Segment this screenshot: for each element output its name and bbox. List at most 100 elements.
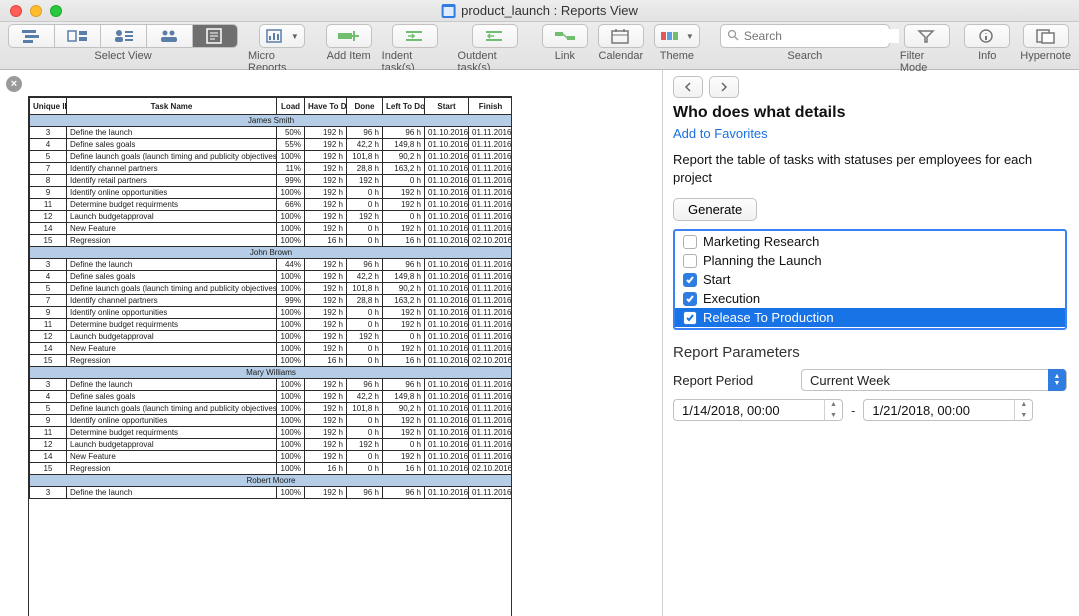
table-cell: 44% (277, 259, 305, 271)
filter-mode-icon[interactable] (904, 24, 950, 48)
toolbar-group: Calendar (598, 24, 644, 62)
table-cell: Define launch goals (launch timing and p… (67, 403, 277, 415)
table-cell: 192 h (383, 319, 425, 331)
link-icon[interactable] (542, 24, 588, 48)
zoom-icon[interactable] (50, 5, 62, 17)
col-header: Load (277, 98, 305, 115)
add-item-icon[interactable] (326, 24, 372, 48)
group-row: Mary Williams (30, 367, 513, 379)
report-preview-pane: × Unique IDTask NameLoadHave To DoDoneLe… (0, 70, 663, 616)
table-cell: 100% (277, 319, 305, 331)
panel-forward-button[interactable] (709, 76, 739, 98)
side-panel: Who does what details Add to Favorites R… (663, 70, 1079, 616)
table-cell: 100% (277, 463, 305, 475)
table-cell: New Feature (67, 343, 277, 355)
toolbar-search-group: Search (720, 24, 890, 62)
close-preview-icon[interactable]: × (6, 76, 22, 92)
add-to-favorites-link[interactable]: Add to Favorites (673, 126, 1067, 141)
table-cell: 192 h (383, 343, 425, 355)
table-cell: 99% (277, 175, 305, 187)
table-cell: 100% (277, 487, 305, 499)
view-split-icon[interactable] (54, 24, 100, 48)
hypernote-icon[interactable] (1023, 24, 1069, 48)
calendar-icon[interactable] (598, 24, 644, 48)
panel-nav (673, 76, 1067, 98)
table-cell: 0 h (383, 211, 425, 223)
info-icon[interactable] (964, 24, 1010, 48)
table-cell: 192 h (305, 415, 347, 427)
table-cell: 01.11.2016 (469, 307, 513, 319)
checklist-item[interactable]: Execution (675, 289, 1065, 308)
table-cell: 100% (277, 391, 305, 403)
table-cell: Determine budget requirments (67, 199, 277, 211)
table-row: 11Determine budget requirments66%192 h0 … (30, 199, 513, 211)
table-cell: Determine budget requirments (67, 427, 277, 439)
table-row: 11Determine budget requirments100%192 h0… (30, 427, 513, 439)
table-cell: 100% (277, 283, 305, 295)
report-table: Unique IDTask NameLoadHave To DoDoneLeft… (29, 97, 512, 499)
view-team-icon[interactable] (146, 24, 192, 48)
panel-back-button[interactable] (673, 76, 703, 98)
view-report-icon[interactable] (192, 24, 238, 48)
toolbar-group: ▼Theme (654, 24, 700, 62)
outdent-icon[interactable] (472, 24, 518, 48)
table-cell: 15 (30, 355, 67, 367)
window-controls[interactable] (10, 5, 62, 17)
checklist-item[interactable]: Start (675, 270, 1065, 289)
toolbar-group: Outdent task(s) (458, 24, 532, 74)
micro-reports-icon[interactable]: ▼ (259, 24, 305, 48)
generate-button[interactable]: Generate (673, 198, 757, 221)
checklist-item[interactable]: Marketing Research (675, 232, 1065, 251)
select-stepper-icon[interactable]: ▲▼ (1048, 369, 1066, 391)
table-cell: 01.11.2016 (469, 319, 513, 331)
indent-icon[interactable] (392, 24, 438, 48)
table-cell: 3 (30, 379, 67, 391)
table-row: 8Identify retail partners99%192 h192 h0 … (30, 175, 513, 187)
table-cell: 01.10.2016 (425, 127, 469, 139)
table-cell: 100% (277, 187, 305, 199)
search-input[interactable] (744, 29, 899, 43)
project-checklist[interactable]: Marketing ResearchPlanning the LaunchSta… (673, 229, 1067, 330)
checkbox-icon[interactable] (683, 311, 697, 325)
table-cell: 100% (277, 151, 305, 163)
table-cell: 4 (30, 271, 67, 283)
table-cell: 0 h (347, 187, 383, 199)
table-cell: 100% (277, 235, 305, 247)
table-row: 5Define launch goals (launch timing and … (30, 151, 513, 163)
date-from-stepper[interactable]: ▲▼ (824, 399, 842, 421)
window-title: product_launch : Reports View (441, 3, 638, 18)
checklist-item[interactable]: Planning the Launch (675, 251, 1065, 270)
theme-icon[interactable]: ▼ (654, 24, 700, 48)
table-cell: 192 h (383, 451, 425, 463)
checkbox-icon[interactable] (683, 292, 697, 306)
table-row: 15Regression100%16 h0 h16 h01.10.201602.… (30, 463, 513, 475)
search-input-wrap[interactable] (720, 24, 890, 48)
table-cell: 192 h (305, 451, 347, 463)
view-gantt-icon[interactable] (8, 24, 54, 48)
date-from-field[interactable]: 1/14/2018, 00:00 ▲▼ (673, 399, 843, 421)
checkbox-icon[interactable] (683, 273, 697, 287)
table-row: 9Identify online opportunities100%192 h0… (30, 307, 513, 319)
table-row: 12Launch budgetapproval100%192 h192 h0 h… (30, 331, 513, 343)
close-icon[interactable] (10, 5, 22, 17)
report-period-select[interactable]: Current Week ▲▼ (801, 369, 1067, 391)
checkbox-icon[interactable] (683, 235, 697, 249)
table-cell: 100% (277, 451, 305, 463)
toolbar-search-label: Search (787, 50, 822, 62)
table-cell: 100% (277, 439, 305, 451)
table-cell: Define the launch (67, 127, 277, 139)
minimize-icon[interactable] (30, 5, 42, 17)
table-cell: 01.10.2016 (425, 223, 469, 235)
table-cell: 01.11.2016 (469, 415, 513, 427)
checkbox-icon[interactable] (683, 254, 697, 268)
date-to-stepper[interactable]: ▲▼ (1014, 399, 1032, 421)
checklist-item[interactable]: Release To Production (675, 308, 1065, 327)
table-cell: 42,2 h (347, 139, 383, 151)
view-resource-icon[interactable] (100, 24, 146, 48)
table-cell: 12 (30, 331, 67, 343)
panel-title: Who does what details (673, 104, 1067, 122)
table-row: 7Identify channel partners11%192 h28,8 h… (30, 163, 513, 175)
table-cell: 100% (277, 415, 305, 427)
table-cell: 101,8 h (347, 403, 383, 415)
date-to-field[interactable]: 1/21/2018, 00:00 ▲▼ (863, 399, 1033, 421)
